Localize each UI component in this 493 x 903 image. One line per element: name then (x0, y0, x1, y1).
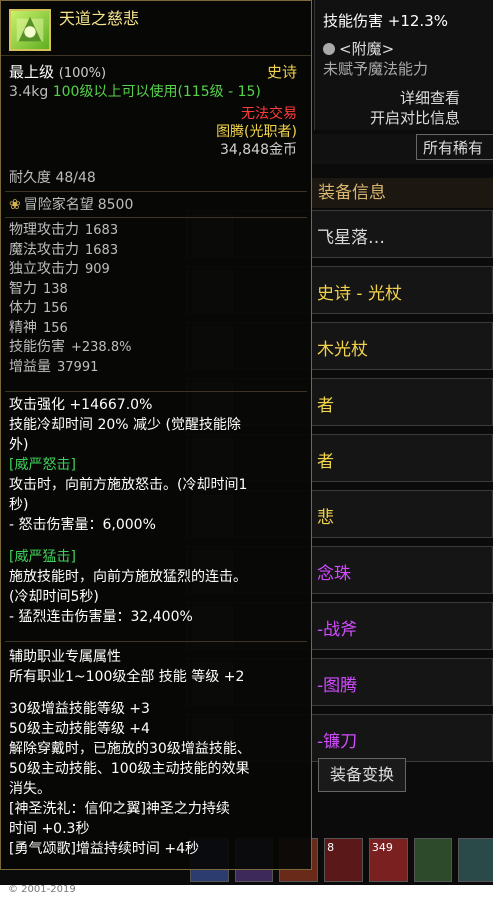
fierce-damage: - 猛烈连击伤害量：32,400% (9, 609, 193, 625)
wrath-title: [威严怒击] (9, 457, 76, 473)
support-block: 辅助职业专属属性 所有职业1~100级全部 技能 等级 +2 30级增益技能等级… (9, 647, 305, 859)
price: 34,848金币 (220, 142, 297, 158)
stat-value: 1683 (85, 242, 119, 258)
skill-slot-icon[interactable] (413, 838, 453, 882)
stat-row: 精神 156 (9, 319, 68, 338)
fierce-desc-cont: (冷却时间5秒) (9, 589, 99, 605)
no-enchant-text: 未赋予魔法能力 (323, 60, 429, 78)
stat-row: 体力 156 (9, 299, 68, 318)
unequip-note-cont: 50级主动技能、100级主动技能的效果 (9, 761, 250, 777)
buff-level-line: 30级增益技能等级 +3 (9, 701, 150, 717)
unequip-note-end: 消失。 (9, 781, 51, 797)
durability: 耐久度 48/48 (9, 170, 96, 186)
cooldown-text-cont: 外) (9, 437, 29, 453)
attack-boost: 攻击强化 +14667.0% (9, 397, 153, 413)
stat-row: 独立攻击力 909 (9, 260, 110, 279)
skill-slot-icon[interactable]: 8 (324, 838, 363, 882)
equipment-name: 者 (317, 452, 334, 472)
fame-line: ❀ 冒险家名望 8500 (9, 197, 134, 213)
item-tooltip: 天道之慈悲 最上级 (100%) 史诗 3.4kg 100级以上可以使用(115… (0, 0, 312, 870)
stat-label: 增益量 (9, 358, 51, 375)
job-requirement: 图腾(光职者) (216, 124, 297, 140)
equipment-name: -图腾 (317, 676, 358, 696)
stat-value: 37991 (57, 359, 99, 375)
equipment-name: 者 (317, 396, 334, 416)
stat-label: 独立攻击力 (9, 261, 79, 277)
fierce-title: [威严猛击] (9, 549, 76, 565)
baptism-line: [神圣洗礼：信仰之翼]神圣之力持续 (9, 801, 230, 817)
stat-row: 物理攻击力 1683 (9, 221, 118, 240)
fierce-desc: 施放技能时，向前方施放猛烈的连击。 (9, 569, 247, 585)
stat-row: 增益量 37991 (9, 358, 98, 377)
stat-label: 体力 (9, 300, 37, 316)
skill-cooldown: 349 (371, 841, 393, 854)
stat-row: 技能伤害 +238.8% (9, 338, 131, 357)
option-block: 攻击强化 +14667.0% 技能冷却时间 20% 减少 (觉醒技能除 外) [… (9, 395, 305, 627)
enchant-orb-icon (323, 43, 335, 55)
divider (5, 641, 307, 642)
stat-label: 精神 (9, 319, 37, 336)
equipment-name: 念珠 (317, 564, 351, 584)
copyright-text: © 2001-2019 (8, 884, 76, 895)
stat-value: 138 (43, 281, 68, 297)
item-icon (9, 9, 51, 51)
skill-damage-text: 技能伤害 +12.3% (323, 12, 448, 30)
stat-value: 156 (43, 320, 68, 336)
trade-status: 无法交易 (241, 106, 297, 122)
stat-row: 智力 138 (9, 280, 68, 299)
baptism-line-cont: 时间 +0.3秒 (9, 821, 90, 837)
wrath-damage: - 怒击伤害量：6,000% (9, 517, 156, 533)
stat-value: 1683 (85, 223, 119, 238)
equipment-name: 木光杖 (317, 340, 368, 360)
level-requirement: 100级以上可以使用(115级 - 15) (52, 84, 261, 100)
cooldown-text: 技能冷却时间 20% 减少 (觉醒技能除 (9, 417, 241, 433)
equipment-name: -战斧 (317, 620, 358, 640)
stat-value: +238.8% (71, 340, 132, 355)
skill-slot-icon[interactable]: 349 (368, 838, 408, 882)
equipment-name: 悲 (317, 508, 334, 528)
equip-info-header: 装备信息 (312, 178, 493, 208)
rarity-label: 史诗 (266, 63, 297, 81)
divider (1, 55, 311, 56)
grade-label: 最上级 (100%) (9, 63, 107, 81)
equipment-name: -镰刀 (317, 732, 358, 752)
wrath-desc: 攻击时，向前方施放怒击。(冷却时间1 (9, 477, 248, 493)
filter-bar: ▼ 所有稀有 (312, 134, 493, 164)
rarity-filter-select[interactable]: 所有稀有 (416, 134, 493, 160)
skill-slot-icon[interactable] (458, 838, 493, 882)
stat-label: 物理攻击力 (9, 222, 79, 238)
divider (5, 191, 307, 192)
stat-row: 魔法攻击力 1683 (9, 241, 118, 260)
support-line: 所有职业1~100级全部 技能 等级 +2 (9, 669, 245, 685)
medal-icon: ❀ (9, 197, 21, 213)
divider (5, 391, 307, 392)
stat-label: 技能伤害 (9, 339, 65, 355)
stat-label: 智力 (9, 280, 37, 297)
weight-level-line: 3.4kg 100级以上可以使用(115级 - 15) (9, 84, 261, 100)
courage-line: [勇气颂歌]增益持续时间 +4秒 (9, 841, 200, 857)
item-name: 天道之慈悲 (59, 9, 140, 28)
equipment-name: 飞星落… (317, 228, 385, 248)
divider (5, 217, 307, 218)
stat-label: 魔法攻击力 (9, 241, 79, 258)
detail-compare-button[interactable]: 详细查看 开启对比信息 (370, 88, 460, 128)
enchant-label: <附魔> (323, 38, 394, 59)
stat-value: 156 (43, 301, 68, 316)
stat-value: 909 (85, 262, 110, 277)
support-title: 辅助职业专属属性 (9, 649, 121, 665)
wrath-desc-cont: 秒) (9, 497, 29, 513)
active-level-line: 50级主动技能等级 +4 (9, 721, 150, 737)
unequip-note: 解除穿戴时，已施放的30级增益技能、 (9, 741, 251, 757)
skill-cooldown: 8 (327, 841, 335, 854)
equip-swap-button[interactable]: 装备变换 (318, 758, 406, 792)
equipment-name: 史诗 - 光杖 (317, 284, 402, 304)
